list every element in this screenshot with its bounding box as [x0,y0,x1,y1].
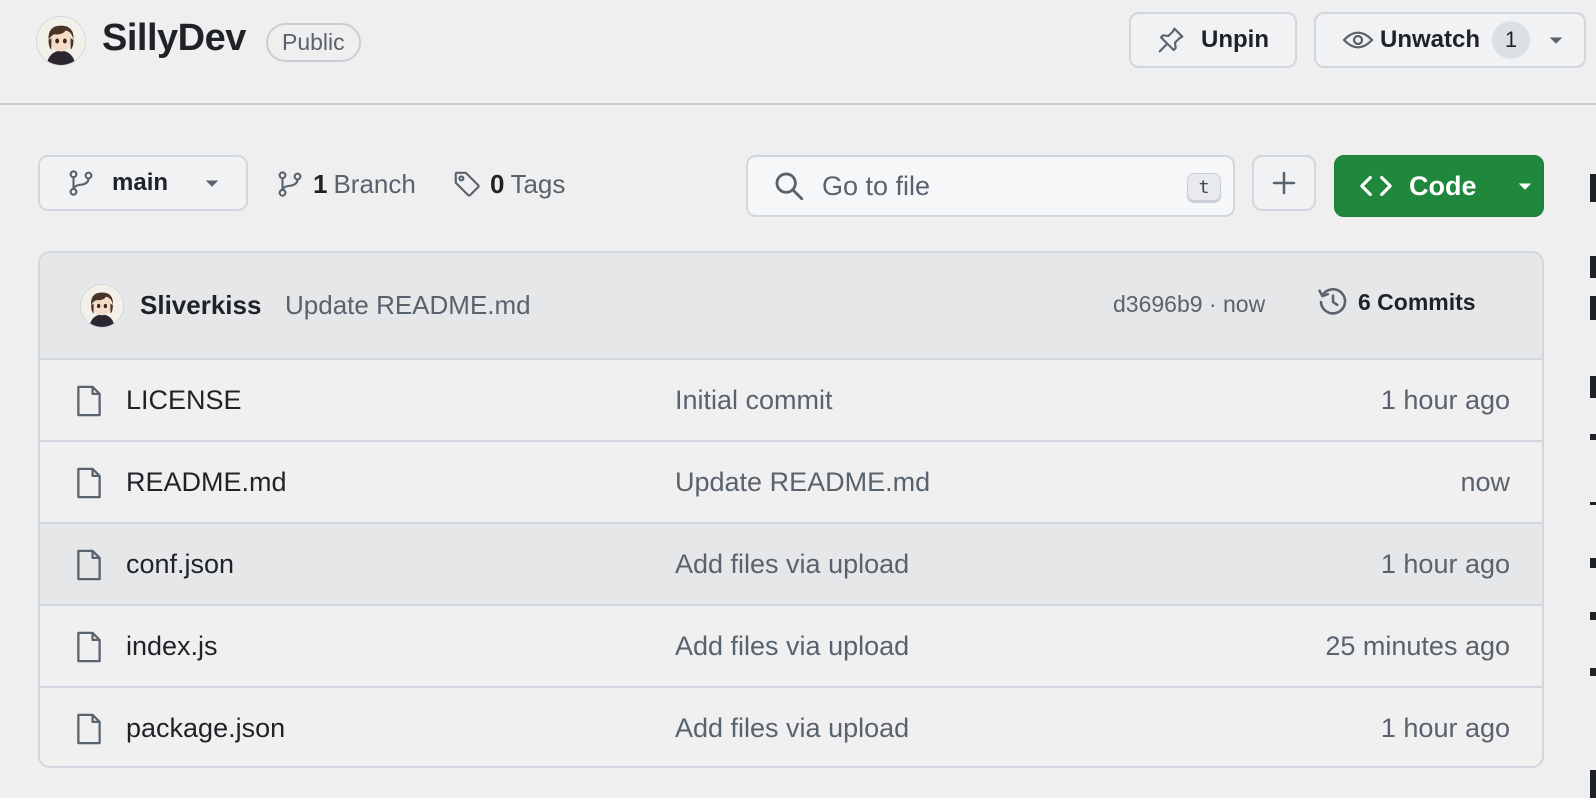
file-updated-time: 1 hour ago [1380,385,1510,415]
git-branch-icon [278,171,302,197]
file-last-commit[interactable]: Add files via upload [675,549,909,580]
file-name[interactable]: package.json [126,713,285,744]
unwatch-button[interactable]: Unwatch 1 [1314,12,1586,68]
file-row[interactable]: package.json Add files via upload 1 hour… [40,688,1542,766]
tags-link[interactable]: 0 Tags [452,166,565,202]
branch-count: 1 [313,168,328,199]
file-last-commit[interactable]: Add files via upload [675,713,909,744]
commit-author-avatar[interactable] [80,284,124,328]
repo-header: SillyDev Public Unpin Unwatch 1 [0,0,1596,105]
tag-count: 0 [490,168,505,199]
about-sidebar-edge [1590,160,1596,798]
file-name[interactable]: README.md [126,467,287,498]
anime-avatar-icon [37,17,85,65]
code-button[interactable]: Code [1334,155,1544,217]
commit-hash-time[interactable]: d3696b9 · now [1113,291,1265,318]
file-name[interactable]: conf.json [126,549,234,580]
file-updated-time: 25 minutes ago [1325,631,1510,661]
file-list: Sliverkiss Update README.md d3696b9 · no… [38,251,1544,768]
pin-icon [1158,27,1184,53]
chevron-down-icon[interactable] [1546,30,1566,50]
unwatch-label: Unwatch [1380,26,1481,53]
file-updated-time: now [1460,467,1510,497]
file-last-commit[interactable]: Initial commit [675,385,833,416]
file-updated-time: 1 hour ago [1380,549,1510,579]
plus-icon [1272,171,1296,195]
code-label: Code [1409,170,1477,201]
commits-count-label: 6 Commits [1358,288,1476,315]
history-icon [1318,288,1347,315]
tag-label: Tags [510,168,566,199]
repo-name[interactable]: SillyDev [102,17,246,60]
file-row[interactable]: README.md Update README.md now [40,442,1542,524]
latest-commit-bar: Sliverkiss Update README.md d3696b9 · no… [40,253,1542,360]
add-file-button[interactable] [1252,155,1316,211]
commit-author[interactable]: Sliverkiss [140,290,261,321]
branches-link[interactable]: 1 Branch [275,166,416,202]
git-branch-icon [69,170,93,196]
file-row[interactable]: index.js Add files via upload 25 minutes… [40,606,1542,688]
file-last-commit[interactable]: Update README.md [675,467,930,498]
unpin-label: Unpin [1201,26,1269,53]
file-name[interactable]: index.js [126,631,218,662]
watch-counter: 1 [1492,21,1531,59]
owner-avatar[interactable] [36,16,86,66]
file-name[interactable]: LICENSE [126,385,242,416]
file-icon [77,713,101,745]
file-icon [77,631,101,663]
branch-selector[interactable]: main [38,155,248,211]
chevron-down-icon [1518,183,1531,190]
file-icon [77,549,101,581]
file-last-commit[interactable]: Add files via upload [675,631,909,662]
anime-avatar-icon [81,285,123,327]
code-icon [1360,175,1392,197]
visibility-badge: Public [266,23,361,62]
search-input[interactable] [822,170,1182,202]
file-updated-time: 1 hour ago [1380,713,1510,743]
repo-page: SillyDev Public Unpin Unwatch 1 main 1 B… [0,0,1596,798]
eye-icon [1342,31,1374,49]
go-to-file-search[interactable]: t [746,155,1235,217]
commit-message[interactable]: Update README.md [285,290,531,321]
file-row[interactable]: conf.json Add files via upload 1 hour ag… [40,524,1542,606]
file-icon [77,467,101,499]
branch-name: main [112,169,169,196]
unpin-button[interactable]: Unpin [1129,12,1297,68]
file-icon [77,385,101,417]
file-row[interactable]: LICENSE Initial commit 1 hour ago [40,360,1542,442]
keyboard-shortcut-hint: t [1187,173,1221,203]
branch-label: Branch [333,168,416,199]
search-icon [775,172,804,201]
commits-history-link[interactable]: 6 Commits [1316,285,1476,319]
chevron-down-icon [205,180,219,187]
tag-icon [454,171,480,197]
